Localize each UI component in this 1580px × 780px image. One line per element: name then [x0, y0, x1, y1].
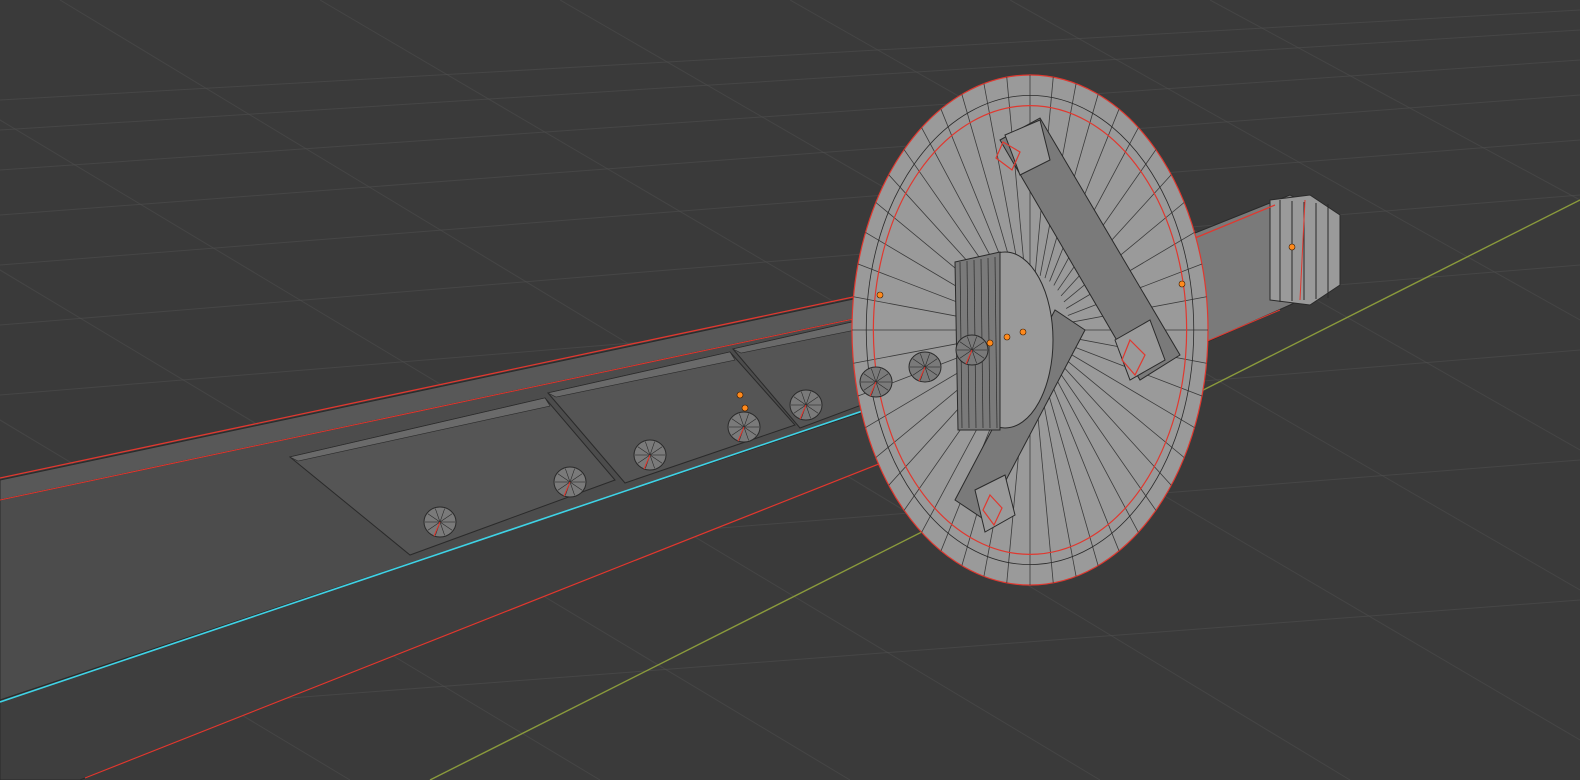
vertex-dot — [1003, 333, 1011, 341]
rivet-icon — [955, 334, 989, 366]
vertex-dot — [1288, 243, 1296, 251]
vertex-dot — [1019, 328, 1027, 336]
rivet-icon — [859, 366, 893, 398]
rivet-icon — [633, 439, 667, 471]
vertex-dot — [876, 291, 884, 299]
rivet-icon — [553, 466, 587, 498]
3d-viewport[interactable] — [0, 0, 1580, 780]
vertex-dot — [986, 339, 994, 347]
rivet-icon — [423, 506, 457, 538]
vertex-dot — [736, 391, 744, 399]
scene-canvas[interactable] — [0, 0, 1580, 780]
vertex-dot — [1178, 280, 1186, 288]
rivet-icon — [789, 389, 823, 421]
rivet-icon — [727, 411, 761, 443]
rivet-icon — [908, 351, 942, 383]
vertex-dot — [741, 404, 749, 412]
